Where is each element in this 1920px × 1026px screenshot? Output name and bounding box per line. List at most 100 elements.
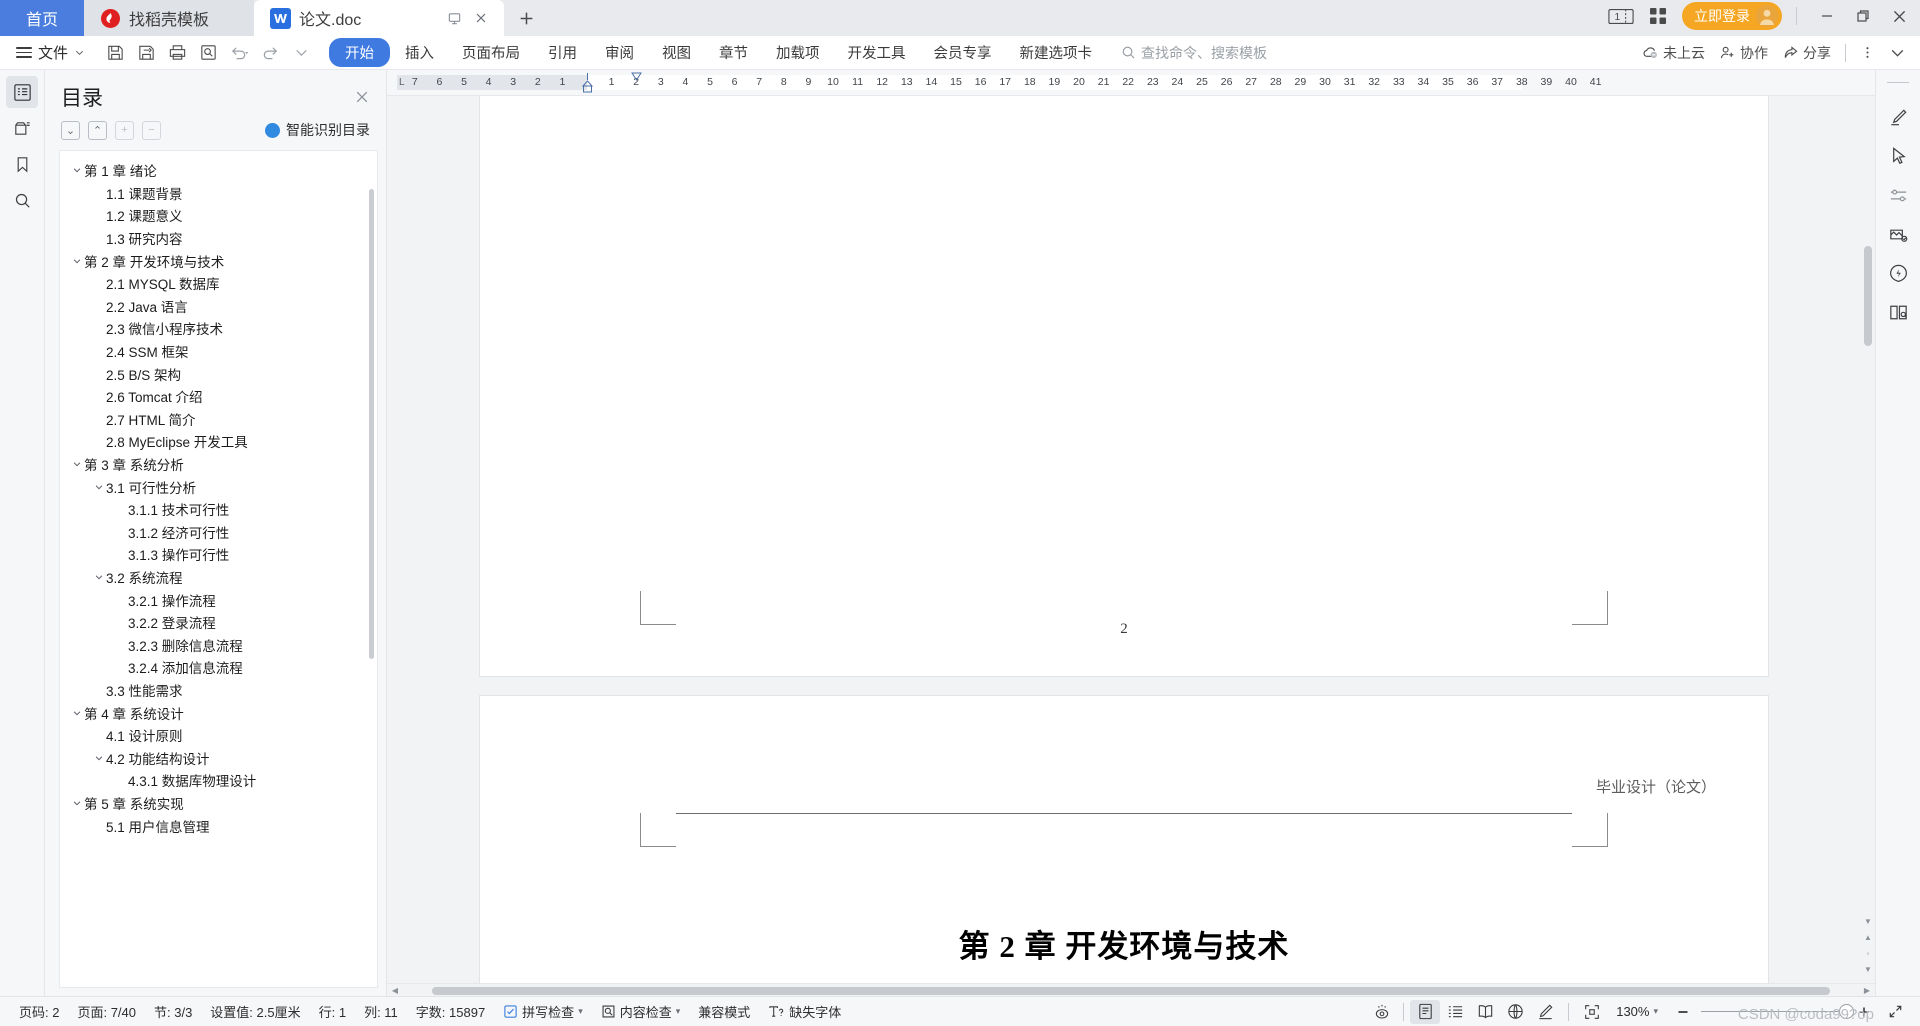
tab-docer-template[interactable]: 找稻壳模板 (84, 0, 254, 36)
login-button[interactable]: 立即登录 (1682, 2, 1782, 30)
close-icon[interactable] (474, 11, 488, 25)
ai-assistant-icon[interactable] (1882, 258, 1914, 288)
toc-item[interactable]: 3.2.2 登录流程 (60, 611, 377, 634)
chevron-down-icon[interactable] (70, 165, 84, 175)
close-window-icon[interactable] (1891, 8, 1908, 25)
more-vertical-icon[interactable] (1860, 45, 1875, 60)
new-tab-button[interactable] (504, 0, 549, 36)
toc-item[interactable]: 1.1 课题背景 (60, 182, 377, 205)
content-check-button[interactable]: 内容检查 ▾ (592, 1002, 690, 1021)
page-count[interactable]: 页面: 7/40 (68, 1002, 145, 1021)
zoom-out-button[interactable] (1675, 1004, 1691, 1020)
file-menu-button[interactable]: 文件 (10, 42, 91, 63)
select-cursor-icon[interactable] (1882, 141, 1914, 171)
toc-item[interactable]: 1.2 课题意义 (60, 204, 377, 227)
undo-icon[interactable] (225, 40, 253, 66)
zoom-slider-knob[interactable] (1839, 1003, 1854, 1019)
ribbon-tab-member[interactable]: 会员专享 (921, 38, 1005, 67)
toc-item[interactable]: 3.2.4 添加信息流程 (60, 656, 377, 679)
restore-icon[interactable] (447, 11, 462, 26)
toc-item[interactable]: 5.1 用户信息管理 (60, 814, 377, 837)
toc-item[interactable]: 2.3 微信小程序技术 (60, 317, 377, 340)
chevron-down-icon[interactable] (92, 482, 106, 492)
document-page-2[interactable]: 毕业设计（论文） 第 2 章 开发环境与技术 校园综合服务平台的编码实现需要搭建… (480, 696, 1768, 983)
tab-stop-selector[interactable]: L (399, 77, 405, 88)
toc-item[interactable]: 2.7 HTML 简介 (60, 408, 377, 431)
horizontal-ruler[interactable]: 7 6 5 4 3 2 1 1 2 3 4 5 6 7 8 9 10 11 12 13 14 15 16 17 18 19 20 21… (387, 70, 1875, 96)
focus-eye-icon[interactable] (1367, 1000, 1397, 1024)
toc-item[interactable]: 4.3.1 数据库物理设计 (60, 769, 377, 792)
scroll-down-arrow-icon[interactable]: ▼ (1861, 913, 1875, 929)
horizontal-scrollbar-thumb[interactable] (432, 986, 1830, 995)
document-page-1[interactable]: 2 (480, 96, 1768, 676)
toc-item[interactable]: 第 3 章 系统分析 (60, 453, 377, 476)
cloud-status-button[interactable]: 未上云 (1642, 43, 1705, 63)
ruler-scale[interactable]: 7 6 5 4 3 2 1 1 2 3 4 5 6 7 8 9 10 11 12 13 14 15 16 17 18 19 20 21… (397, 70, 1875, 96)
demote-level-icon[interactable]: − (142, 120, 161, 140)
redo-icon[interactable] (256, 40, 284, 66)
command-search[interactable]: 查找命令、搜索模板 (1121, 43, 1267, 63)
print-preview-icon[interactable] (194, 40, 222, 66)
toc-item[interactable]: 2.5 B/S 架构 (60, 362, 377, 385)
toc-item[interactable]: 4.1 设计原则 (60, 724, 377, 747)
fit-page-icon[interactable] (1577, 1000, 1607, 1024)
outline-icon[interactable] (6, 76, 38, 108)
column[interactable]: 列: 11 (355, 1002, 407, 1021)
section[interactable]: 节: 3/3 (145, 1002, 201, 1021)
promote-level-icon[interactable]: + (115, 120, 134, 140)
page-number[interactable]: 页码: 2 (10, 1002, 68, 1021)
toc-item[interactable]: 2.8 MyEclipse 开发工具 (60, 430, 377, 453)
edit-mode-icon[interactable] (1530, 1000, 1560, 1024)
pen-tool-icon[interactable] (1882, 102, 1914, 132)
ribbon-tab-page-layout[interactable]: 页面布局 (449, 38, 533, 67)
toc-item[interactable]: 2.6 Tomcat 介绍 (60, 385, 377, 408)
toc-item[interactable]: 第 2 章 开发环境与技术 (60, 249, 377, 272)
bookmark-icon[interactable] (6, 148, 38, 180)
chevron-down-icon[interactable] (70, 798, 84, 808)
chevron-down-icon[interactable] (92, 753, 106, 763)
toc-item[interactable]: 第 4 章 系统设计 (60, 701, 377, 724)
previous-page-icon[interactable]: ▲ (1861, 929, 1875, 945)
save-as-icon[interactable] (132, 40, 160, 66)
toc-item[interactable]: 3.2.1 操作流程 (60, 588, 377, 611)
search-icon[interactable] (6, 184, 38, 216)
print-layout-view-icon[interactable] (1410, 999, 1441, 1024)
toc-item[interactable]: 4.2 功能结构设计 (60, 746, 377, 769)
toc-item[interactable]: 3.1 可行性分析 (60, 475, 377, 498)
chevron-down-icon[interactable] (1889, 44, 1906, 61)
ribbon-tab-insert[interactable]: 插入 (392, 38, 447, 67)
vertical-scrollbar-thumb[interactable] (1864, 246, 1872, 346)
ribbon-tab-view[interactable]: 视图 (649, 38, 704, 67)
close-icon[interactable] (354, 89, 370, 105)
scroll-left-arrow-icon[interactable]: ◀ (387, 986, 403, 995)
ribbon-tab-start[interactable]: 开始 (329, 38, 391, 67)
toc-item[interactable]: 3.3 性能需求 (60, 679, 377, 702)
missing-font-button[interactable]: 缺失字体 (759, 1002, 850, 1021)
line[interactable]: 行: 1 (310, 1002, 355, 1021)
single-page-view-icon[interactable]: 1 (1608, 7, 1634, 26)
toc-item[interactable]: 3.1.2 经济可行性 (60, 521, 377, 544)
toc-item[interactable]: 3.2.3 删除信息流程 (60, 633, 377, 656)
web-layout-view-icon[interactable] (1500, 1000, 1530, 1024)
scroll-right-arrow-icon[interactable]: ▶ (1859, 986, 1875, 995)
toc-scrollbar-thumb[interactable] (369, 189, 374, 659)
next-page-icon[interactable]: ▼ (1861, 961, 1875, 977)
word-count[interactable]: 字数: 15897 (407, 1002, 494, 1021)
save-icon[interactable] (101, 40, 129, 66)
reading-view-icon[interactable] (1470, 1000, 1500, 1024)
left-indent-marker[interactable] (582, 73, 593, 93)
select-browse-object-icon[interactable]: ◦ (1861, 945, 1875, 961)
customize-icon[interactable] (287, 40, 315, 66)
zoom-in-button[interactable] (1856, 1004, 1872, 1020)
setting-value[interactable]: 设置值: 2.5厘米 (201, 1002, 309, 1021)
zoom-slider[interactable] (1667, 1003, 1880, 1020)
ribbon-tab-dev-tools[interactable]: 开发工具 (835, 38, 919, 67)
thumbnail-icon[interactable] (6, 112, 38, 144)
chevron-down-icon[interactable] (70, 708, 84, 718)
toc-list[interactable]: 第 1 章 绪论 1.1 课题背景 1.2 课题意义 1.3 研究内容第 2 章 开发… (59, 150, 378, 988)
toc-item[interactable]: 2.4 SSM 框架 (60, 340, 377, 363)
toc-item[interactable]: 3.1.3 操作可行性 (60, 543, 377, 566)
spellcheck-button[interactable]: 拼写检查 ▾ (494, 1002, 592, 1021)
reading-layout-icon[interactable] (1882, 297, 1914, 327)
zoom-slider-track[interactable] (1701, 1003, 1854, 1019)
